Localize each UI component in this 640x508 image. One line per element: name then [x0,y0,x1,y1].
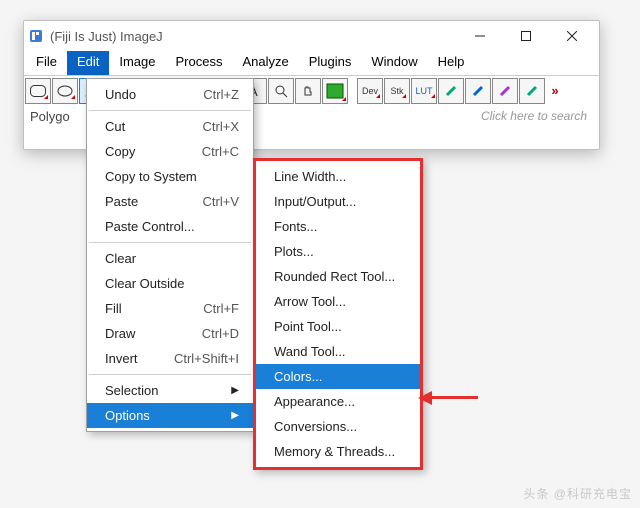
menu-analyze[interactable]: Analyze [232,51,298,75]
menu-item-clear-outside[interactable]: Clear Outside [87,271,253,296]
options-memory-threads[interactable]: Memory & Threads... [256,439,420,464]
edit-dropdown: UndoCtrl+Z CutCtrl+X CopyCtrl+C Copy to … [86,78,254,432]
menu-process[interactable]: Process [166,51,233,75]
menu-separator [89,374,251,375]
menu-help[interactable]: Help [428,51,475,75]
fiji-app-icon [28,28,44,44]
options-plots[interactable]: Plots... [256,239,420,264]
options-appearance[interactable]: Appearance... [256,389,420,414]
watermark-text: 头条 @科研充电宝 [523,485,632,502]
menu-plugins[interactable]: Plugins [299,51,362,75]
menu-item-options[interactable]: Options▶ [87,403,253,428]
options-rounded-rect[interactable]: Rounded Rect Tool... [256,264,420,289]
options-fonts[interactable]: Fonts... [256,214,420,239]
tool-stk[interactable]: Stk [384,78,410,104]
options-input-output[interactable]: Input/Output... [256,189,420,214]
tool-brush-1[interactable] [438,78,464,104]
minimize-button[interactable] [457,21,503,51]
menu-item-clear[interactable]: Clear [87,246,253,271]
menu-item-copy-to-system[interactable]: Copy to System [87,164,253,189]
menu-item-cut[interactable]: CutCtrl+X [87,114,253,139]
tool-color-picker[interactable] [322,78,348,104]
menu-item-paste[interactable]: PasteCtrl+V [87,189,253,214]
tool-brush-2[interactable] [465,78,491,104]
maximize-button[interactable] [503,21,549,51]
menu-item-copy[interactable]: CopyCtrl+C [87,139,253,164]
menu-item-paste-control[interactable]: Paste Control... [87,214,253,239]
close-button[interactable] [549,21,595,51]
submenu-caret-icon: ▶ [231,410,239,421]
menu-item-invert[interactable]: InvertCtrl+Shift+I [87,346,253,371]
menu-item-draw[interactable]: DrawCtrl+D [87,321,253,346]
tool-brush-3[interactable] [492,78,518,104]
menu-item-fill[interactable]: FillCtrl+F [87,296,253,321]
titlebar: (Fiji Is Just) ImageJ [24,21,599,51]
options-conversions[interactable]: Conversions... [256,414,420,439]
menu-item-undo[interactable]: UndoCtrl+Z [87,82,253,107]
menubar: File Edit Image Process Analyze Plugins … [24,51,599,75]
tool-rectangle[interactable] [25,78,51,104]
tool-hand[interactable] [295,78,321,104]
options-wand-tool[interactable]: Wand Tool... [256,339,420,364]
menu-window[interactable]: Window [361,51,427,75]
menu-file[interactable]: File [26,51,67,75]
menu-edit[interactable]: Edit [67,51,109,75]
menu-item-selection[interactable]: Selection▶ [87,378,253,403]
menu-separator [89,242,251,243]
window-title: (Fiji Is Just) ImageJ [50,29,457,44]
menu-image[interactable]: Image [109,51,165,75]
tool-dev[interactable]: Dev [357,78,383,104]
annotation-arrow-icon [418,391,478,405]
options-dropdown: Line Width... Input/Output... Fonts... P… [253,158,423,470]
options-point-tool[interactable]: Point Tool... [256,314,420,339]
tool-brush-4[interactable] [519,78,545,104]
toolbar-more-icon[interactable]: » [546,83,564,98]
tool-zoom[interactable] [268,78,294,104]
options-line-width[interactable]: Line Width... [256,164,420,189]
submenu-caret-icon: ▶ [231,385,239,396]
menu-separator [89,110,251,111]
tool-lut[interactable]: LUT [411,78,437,104]
status-text: Polygo [30,109,70,124]
tool-oval[interactable] [52,78,78,104]
options-colors[interactable]: Colors... [256,364,420,389]
search-hint[interactable]: Click here to search [481,109,587,123]
options-arrow-tool[interactable]: Arrow Tool... [256,289,420,314]
